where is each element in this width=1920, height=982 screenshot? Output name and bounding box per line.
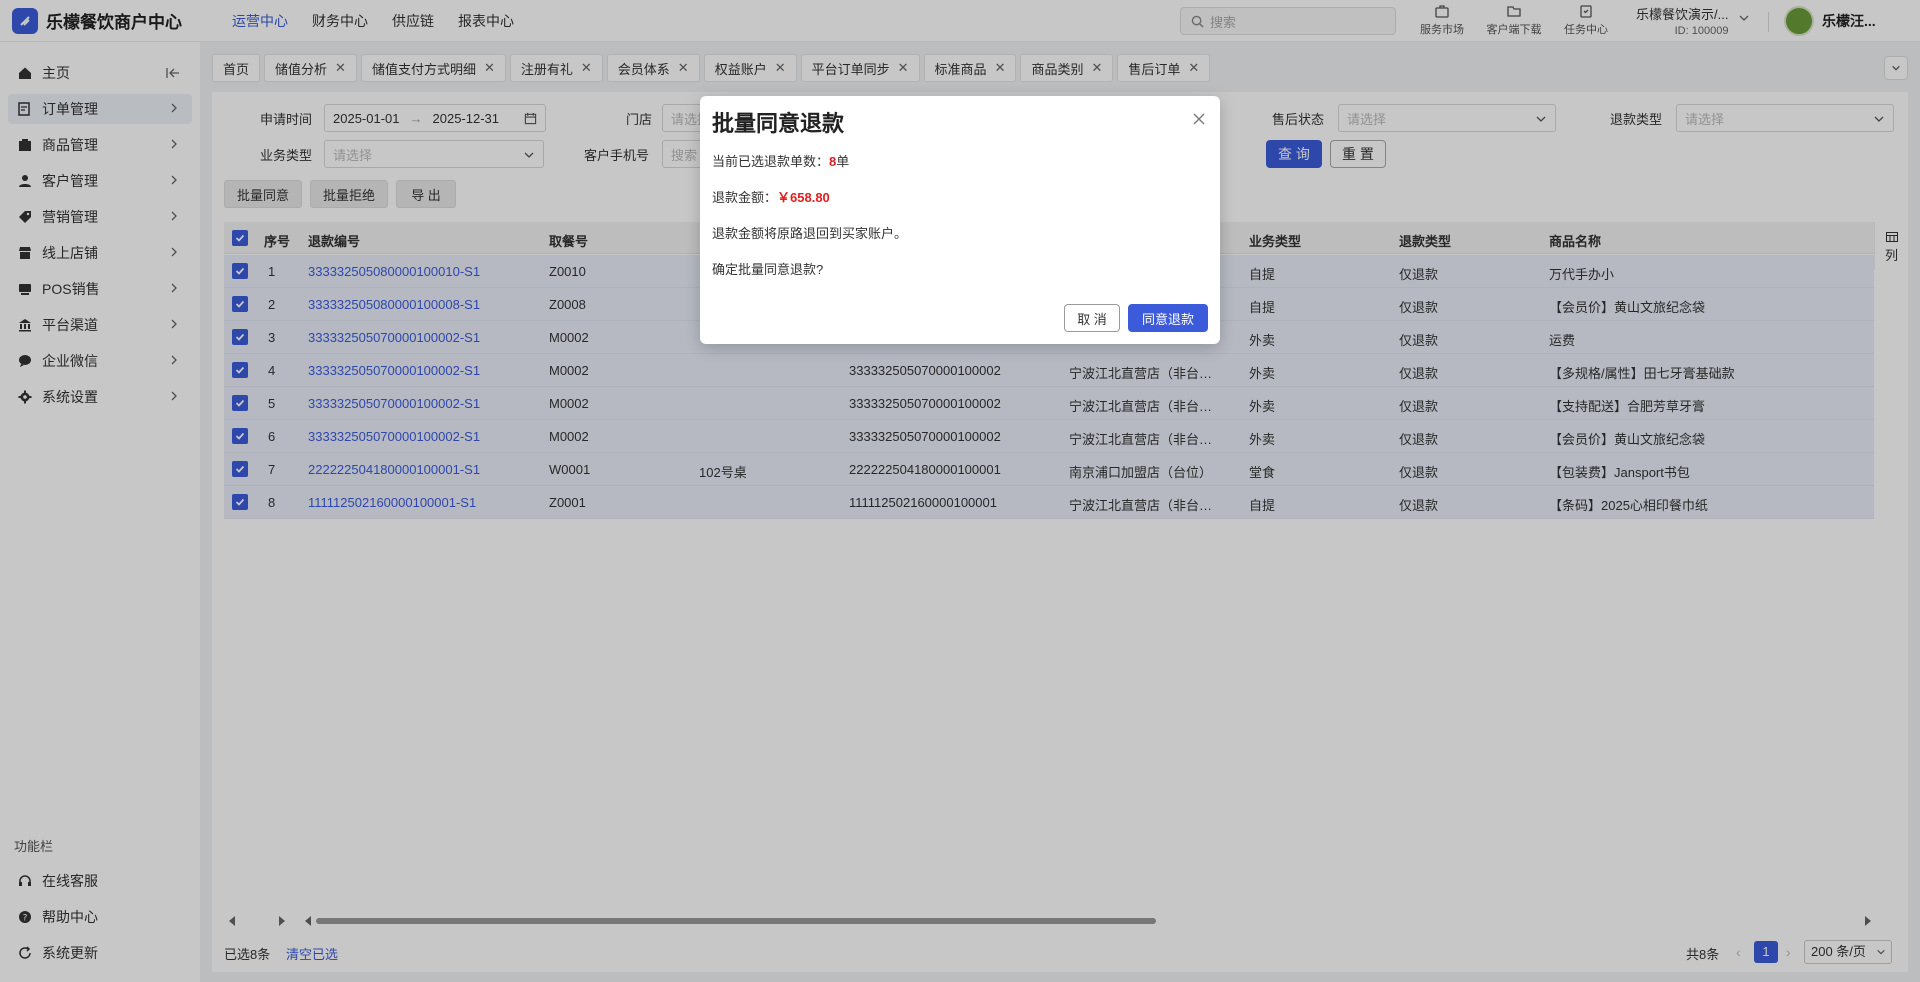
cancel-button[interactable]: 取 消 <box>1064 304 1120 332</box>
selected-refund-count-text: 当前已选退款单数：8单 <box>712 151 849 170</box>
agree-refund-button[interactable]: 同意退款 <box>1128 304 1208 332</box>
refund-note: 退款金额将原路退回到买家账户。 <box>712 226 908 241</box>
close-icon[interactable] <box>1192 112 1206 126</box>
refund-amount-text: 退款金额：￥658.80 <box>712 187 830 206</box>
batch-agree-refund-dialog: 批量同意退款 当前已选退款单数：8单 退款金额：￥658.80 退款金额将原路退… <box>700 96 1220 344</box>
amount-value: ￥658.80 <box>777 190 830 205</box>
confirm-text: 确定批量同意退款? <box>712 262 824 277</box>
dialog-title: 批量同意退款 <box>712 111 845 136</box>
count-suffix: 单 <box>836 154 850 169</box>
count-prefix: 当前已选退款单数： <box>712 154 830 169</box>
amount-prefix: 退款金额： <box>712 190 778 205</box>
